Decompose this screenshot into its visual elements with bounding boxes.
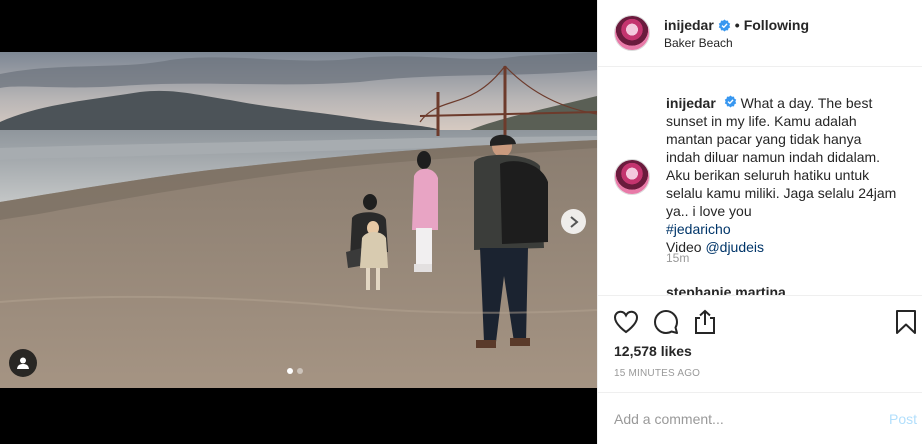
share-button[interactable] xyxy=(691,308,719,336)
share-icon xyxy=(695,309,715,334)
save-button[interactable] xyxy=(892,308,920,336)
beach-photo[interactable] xyxy=(0,52,597,388)
verified-badge-icon xyxy=(718,19,731,32)
caption: inijedar What a day. The best sunset in … xyxy=(666,94,898,256)
post-media xyxy=(0,0,597,444)
location-link[interactable]: Baker Beach xyxy=(664,36,733,50)
comment-composer: Post xyxy=(598,392,922,444)
caption-text: What a day. The best sunset in my life. … xyxy=(666,95,897,219)
comment-button[interactable] xyxy=(652,308,680,336)
chevron-right-icon xyxy=(569,215,579,228)
caption-username[interactable]: inijedar xyxy=(666,95,716,111)
carousel-dot-active xyxy=(287,368,293,374)
comment-input[interactable] xyxy=(614,411,864,427)
speech-bubble-icon xyxy=(654,310,678,334)
post-comment-button[interactable]: Post xyxy=(889,411,917,427)
hashtag-link[interactable]: #jedaricho xyxy=(666,221,731,237)
post-header: inijedar • Following Baker Beach xyxy=(598,0,922,67)
user-tag-icon xyxy=(17,357,29,369)
beach-scene-image xyxy=(0,52,597,388)
carousel-dot xyxy=(297,368,303,374)
action-bar xyxy=(598,304,922,340)
carousel-indicator xyxy=(287,368,303,374)
avatar[interactable] xyxy=(614,15,650,51)
comments-area[interactable]: inijedar What a day. The best sunset in … xyxy=(598,68,922,296)
avatar[interactable] xyxy=(614,159,650,195)
post-timestamp[interactable]: 15 MINUTES AGO xyxy=(614,368,700,379)
post-side-panel: inijedar • Following Baker Beach inijeda… xyxy=(597,0,922,444)
likes-count[interactable]: 12,578 likes xyxy=(614,343,692,359)
following-button[interactable]: Following xyxy=(744,17,809,33)
bookmark-icon xyxy=(896,310,916,334)
mention-link[interactable]: @djudeis xyxy=(705,239,764,255)
username-link[interactable]: inijedar xyxy=(664,17,714,33)
verified-badge-icon xyxy=(724,95,737,108)
header-user-line: inijedar • Following xyxy=(664,17,809,33)
heart-icon xyxy=(613,310,639,334)
separator: • xyxy=(734,17,740,33)
caption-timestamp: 15m xyxy=(666,251,690,265)
commenter-username[interactable]: stephanie.martina xyxy=(666,284,786,295)
user-tags-button[interactable] xyxy=(9,349,37,377)
like-button[interactable] xyxy=(612,308,640,336)
carousel-next-button[interactable] xyxy=(561,209,586,234)
